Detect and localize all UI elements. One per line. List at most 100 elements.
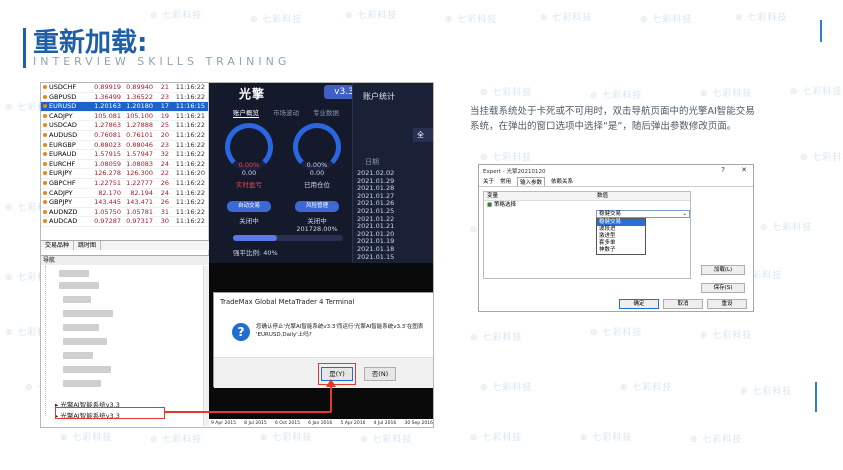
quote-spread: 21	[160, 83, 169, 91]
strategy-option[interactable]: 稳健交易	[597, 219, 645, 226]
table-row[interactable]: ■ 策略选择	[484, 201, 690, 210]
arrow-head-icon	[326, 379, 336, 387]
auto-trade-button[interactable]: 自动交易	[227, 201, 271, 212]
watermark-text: ⊕ 七彩科技	[735, 13, 788, 23]
strategy-option[interactable]: 神数子	[597, 247, 645, 254]
quote-spread: 32	[160, 150, 169, 159]
quote-row[interactable]: EURJPY 126.278 126.300 22 11:16:20	[41, 169, 208, 179]
cancel-button[interactable]: 取消	[663, 299, 703, 309]
col-value: 数值	[597, 193, 609, 199]
reset-button[interactable]: 重设	[707, 299, 747, 309]
quote-ask: 0.76101	[126, 130, 153, 139]
quote-row[interactable]: CADJPY 82.170 82.194 24 11:16:22	[41, 189, 208, 199]
ok-button[interactable]: 确定	[619, 299, 659, 309]
quote-spread: 17	[160, 102, 169, 111]
quote-bid: 0.89919	[94, 83, 121, 91]
tab-dependencies[interactable]: 依赖关系	[551, 177, 573, 186]
quote-row[interactable]: AUDUSD 0.76081 0.76101 20 11:16:22	[41, 131, 208, 141]
axis-tick-label: 6 Oct 2015	[274, 421, 300, 426]
expert-title: Expert - 光擎20210120	[483, 169, 546, 175]
quote-row[interactable]: EURAUD 1.57915 1.57947 32 11:16:22	[41, 150, 208, 160]
quote-row[interactable]: USDCAD 1.27863 1.27888 25 11:16:22	[41, 121, 208, 131]
liquidation-progress	[233, 235, 343, 241]
quote-symbol: AUDCAD	[41, 217, 83, 226]
tab-tick-chart[interactable]: 跳时图	[74, 241, 102, 250]
symbol-dot-icon	[43, 123, 47, 128]
confirm-dialog: TradeMax Global MetaTrader 4 Terminal ? …	[213, 292, 433, 388]
tab-account-overview[interactable]: 账户概览	[233, 107, 259, 118]
market-watch-tabs: 交易品种 跳时图	[41, 240, 209, 250]
tab-inputs[interactable]: 输入参数	[517, 177, 546, 186]
quote-row[interactable]: AUDNZD 1.05750 1.05781 31 11:16:22	[41, 208, 208, 218]
strategy-option[interactable]: 波段进	[597, 226, 645, 233]
strategy-option[interactable]: 套多单	[597, 240, 645, 247]
quote-row[interactable]: EURUSD 1.20163 1.20180 17 11:16:15	[41, 102, 208, 112]
quote-symbol: EURGBP	[41, 141, 83, 150]
slide: ⊕ 七彩科技 ⊕ 七彩科技 ⊕ 七彩科技 ⊕ 七彩科技 ⊕ 七彩科技 ⊕ 七彩科技 ⊕ 七彩…	[0, 0, 843, 470]
app-tabs: 账户概览 市场波动 专业数据	[233, 107, 339, 118]
quote-symbol: EURAUD	[41, 150, 83, 159]
quote-row[interactable]: GBPCHF 1.22751 1.22777 26 11:16:22	[41, 179, 208, 189]
quote-row[interactable]: AUDCAD 0.97287 0.97317 30 11:16:22	[41, 217, 208, 227]
liquidation-label: 强平比例: 40%	[233, 249, 278, 257]
market-watch: USDCHF 0.89919 0.89940 21 11:16:22 GBPUSD 1.36…	[41, 83, 209, 255]
symbol-dot-icon	[43, 85, 47, 89]
quote-spread: 31	[160, 207, 169, 216]
blurred-item	[63, 338, 107, 345]
quote-ask: 126.300	[126, 169, 153, 178]
watermark-text: ⊕ 七彩科技	[580, 433, 633, 443]
tab-symbols[interactable]: 交易品种	[41, 241, 75, 250]
navigator-panel: 导航 ▸ 光擎AI智能系统v3.3 ▸ 光擎AI智能系统v3.3	[41, 255, 209, 427]
watermark-text: ⊕ 七彩科技	[360, 435, 413, 445]
navigator-title: 导航	[41, 256, 209, 265]
quote-row[interactable]: CADJPY 105.081 105.100 19 11:16:21	[41, 112, 208, 122]
tab-market-volatility[interactable]: 市场波动	[273, 107, 299, 118]
symbol-dot-icon	[43, 200, 47, 205]
watermark-text: ⊕ 七彩科技	[540, 13, 593, 23]
quote-row[interactable]: EURCHF 1.08059 1.08083 24 11:16:22	[41, 160, 208, 170]
ea-highlight-box	[55, 407, 165, 419]
watermark-text: ⊕ 七彩科技	[740, 387, 793, 397]
quote-time: 11:16:22	[175, 207, 205, 216]
arrow-line-vertical	[330, 387, 332, 412]
symbol-dot-icon	[43, 219, 47, 224]
tab-about[interactable]: 关于	[483, 177, 494, 186]
help-icon[interactable]: ?	[721, 166, 725, 174]
tab-pro-data[interactable]: 专业数据	[313, 107, 339, 118]
axis-tick-label: 30 Sep 2016	[404, 421, 433, 426]
blurred-item	[63, 352, 93, 359]
auto-trade-status: 关闭中	[239, 217, 259, 225]
close-icon[interactable]: ✕	[741, 166, 747, 174]
risk-manage-button[interactable]: 风险管理	[295, 201, 339, 212]
no-button[interactable]: 否(N)	[364, 367, 396, 381]
tab-common[interactable]: 常用	[500, 177, 511, 186]
quote-ask: 0.88046	[126, 140, 153, 149]
quote-row[interactable]: USDCHF 0.89919 0.89940 21 11:16:22	[41, 83, 208, 93]
symbol-dot-icon	[43, 104, 47, 109]
quote-row[interactable]: EURGBP 0.88023 0.88046 23 11:16:22	[41, 141, 208, 151]
mt4-screenshot: USDCHF 0.89919 0.89940 21 11:16:22 GBPUSD 1.36…	[40, 82, 434, 428]
quote-symbol: EURUSD	[41, 102, 83, 111]
account-panel: 账户统计 全 日期 2021.02.02 2021.01.29 2021.01.28…	[352, 83, 433, 263]
account-all-button[interactable]: 全	[413, 128, 433, 142]
watermark-text: ⊕ 七彩科技	[790, 87, 843, 97]
quote-spread: 24	[160, 188, 169, 197]
quote-symbol: AUDUSD	[41, 131, 83, 140]
strategy-select[interactable]: 稳健交易 ⌄	[596, 210, 690, 218]
quote-row[interactable]: GBPUSD 1.36499 1.36522 23 11:16:22	[41, 93, 208, 103]
gauge-left-value: 0.00	[241, 169, 257, 177]
watermark-text: ⊕ 七彩科技	[250, 15, 303, 25]
chevron-down-icon: ⌄	[682, 211, 687, 217]
quote-bid: 0.97287	[94, 217, 121, 226]
chart-time-axis: 9 Apr 2015 8 Jul 2015 6 Oct 2015 6 Jan 2016…	[209, 419, 433, 427]
navigator-tree-line	[45, 266, 53, 416]
load-button[interactable]: 加载(L)	[701, 265, 745, 275]
strategy-option[interactable]: 激进型	[597, 233, 645, 240]
quote-bid: 1.20163	[94, 102, 121, 111]
quote-symbol: EURCHF	[41, 160, 83, 169]
account-title: 账户统计	[363, 92, 395, 101]
quote-row[interactable]: GBPJPY 143.445 143.471 26 11:16:22	[41, 198, 208, 208]
quote-time: 11:16:22	[175, 178, 205, 187]
save-button[interactable]: 保存(S)	[701, 283, 745, 293]
quote-bid: 126.278	[94, 169, 121, 178]
